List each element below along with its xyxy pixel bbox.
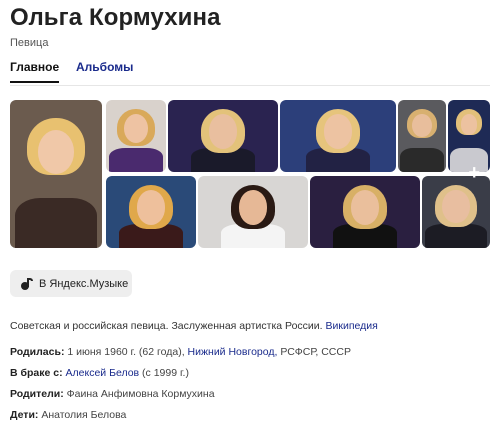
photo-face (238, 190, 268, 225)
gallery-photo[interactable] (310, 176, 420, 248)
fact-children: Дети: Анатолия Белова (10, 409, 126, 421)
tab-main[interactable]: Главное (10, 60, 60, 83)
music-note-icon (21, 277, 33, 290)
tab-bar: Главное Альбомы (10, 60, 490, 86)
description-text: Советская и российская певица. Заслуженн… (10, 320, 323, 332)
fact-children-value: Анатолия Белова (41, 409, 127, 421)
gallery-photo[interactable] (398, 100, 446, 172)
photo-body (425, 223, 487, 248)
gallery-photo[interactable] (422, 176, 490, 248)
fact-married: В браке с: Алексей Белов (с 1999 г.) (10, 367, 189, 379)
birthplace-link[interactable]: Нижний Новгород, (188, 346, 278, 358)
yandex-music-label: В Яндекс.Музыке (39, 277, 129, 290)
entity-description: Советская и российская певица. Заслуженн… (10, 320, 378, 332)
gallery-photo[interactable] (198, 176, 308, 248)
photo-face (208, 114, 238, 149)
wikipedia-link[interactable]: Википедия (326, 320, 378, 332)
yandex-music-button[interactable]: В Яндекс.Музыке (10, 270, 132, 297)
photo-face (350, 190, 380, 225)
tab-albums[interactable]: Альбомы (76, 60, 133, 81)
photo-face (460, 114, 478, 135)
fact-born-date: 1 июня 1960 г. (62 года), (67, 346, 185, 358)
photo-face (442, 190, 470, 224)
entity-subtitle: Певица (10, 37, 49, 49)
fact-married-label: В браке с: (10, 367, 63, 379)
gallery-photo[interactable] (106, 176, 196, 248)
fact-born-country: РСФСР, СССР (280, 346, 351, 358)
main-photo[interactable] (10, 100, 102, 248)
gallery-photo[interactable] (280, 100, 396, 172)
photo-face (412, 114, 432, 138)
fact-born: Родилась: 1 июня 1960 г. (62 года), Нижн… (10, 346, 351, 358)
more-photos-icon[interactable]: + (468, 162, 480, 185)
fact-children-label: Дети: (10, 409, 39, 421)
photo-body (109, 147, 163, 172)
photo-face (136, 190, 166, 225)
fact-parents-label: Родители: (10, 388, 64, 400)
photo-body (400, 147, 444, 172)
photo-body (14, 197, 98, 248)
photo-gallery: + (10, 100, 490, 248)
photo-face (124, 114, 148, 144)
fact-parents: Родители: Фаина Анфимовна Кормухина (10, 388, 215, 400)
spouse-link[interactable]: Алексей Белов (66, 367, 140, 379)
entity-title: Ольга Кормухина (10, 4, 221, 31)
photo-face (37, 129, 75, 174)
photo-face (323, 114, 353, 149)
fact-born-label: Родилась: (10, 346, 65, 358)
gallery-photo[interactable] (168, 100, 278, 172)
gallery-photo[interactable] (106, 100, 166, 172)
fact-married-since: (с 1999 г.) (142, 367, 189, 379)
fact-parents-value: Фаина Анфимовна Кормухина (66, 388, 215, 400)
